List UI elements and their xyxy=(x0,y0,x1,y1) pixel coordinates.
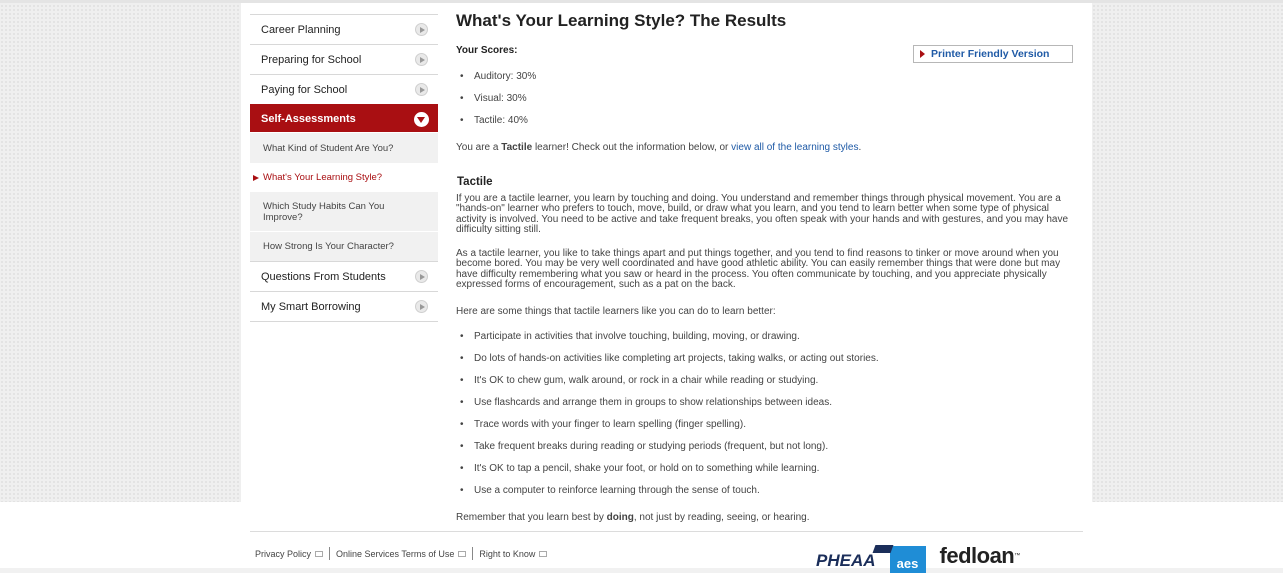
graduation-cap-icon xyxy=(872,545,894,553)
tip-item: Participate in activities that involve t… xyxy=(460,331,800,342)
play-arrow-icon xyxy=(415,23,428,36)
section-heading: Tactile xyxy=(457,176,493,188)
score-item: Tactile: 40% xyxy=(460,115,528,126)
result-statement: You are a Tactile learner! Check out the… xyxy=(456,142,1071,153)
right-to-know-link[interactable]: Right to Know xyxy=(479,549,535,559)
tips-intro: Here are some things that tactile learne… xyxy=(456,306,776,317)
sub-item-label: Which Study Habits Can You Improve? xyxy=(263,200,385,223)
result-text: You are a xyxy=(456,142,502,153)
play-arrow-icon xyxy=(415,53,428,66)
play-arrow-icon xyxy=(415,83,428,96)
printer-friendly-button[interactable]: Printer Friendly Version xyxy=(913,45,1073,63)
pheaa-logo-text: PHEAA xyxy=(816,551,876,570)
result-type: Tactile xyxy=(501,142,533,153)
view-all-styles-link[interactable]: view all of the learning styles xyxy=(731,142,858,153)
sub-item-label: How Strong Is Your Character? xyxy=(263,241,394,252)
sidebar-item-career-planning[interactable]: Career Planning xyxy=(250,14,438,44)
sidebar-item-label: Self-Assessments xyxy=(261,112,356,125)
sub-item-character[interactable]: How Strong Is Your Character? xyxy=(250,231,438,261)
closing-statement: Remember that you learn best by doing, n… xyxy=(456,512,1071,523)
tip-item: Trace words with your finger to learn sp… xyxy=(460,419,746,430)
chevron-down-icon xyxy=(414,112,429,127)
tip-item: Use flashcards and arrange them in group… xyxy=(460,397,832,408)
external-link-icon xyxy=(458,550,467,557)
privacy-policy-link[interactable]: Privacy Policy xyxy=(255,549,311,559)
result-text: . xyxy=(858,142,862,153)
result-text: learner! Check out the information below… xyxy=(532,142,732,153)
sub-item-student-type[interactable]: What Kind of Student Are You? xyxy=(250,132,438,163)
tip-item: Do lots of hands-on activities like comp… xyxy=(460,353,879,364)
sidebar-item-label: My Smart Borrowing xyxy=(261,300,361,313)
sub-item-label: What Kind of Student Are You? xyxy=(263,142,394,154)
sidebar-item-self-assessments[interactable]: Self-Assessments xyxy=(250,104,438,132)
partner-logos: PHEAA aes fedloan™ xyxy=(816,543,1021,573)
paragraph-2: As a tactile learner, you like to take t… xyxy=(456,248,1061,290)
sidebar-item-label: Career Planning xyxy=(261,23,341,36)
pheaa-logo: PHEAA xyxy=(816,545,894,571)
paragraph-1: If you are a tactile learner, you learn … xyxy=(456,193,1069,235)
aes-logo-text: aes xyxy=(896,556,919,571)
fedloan-logo: fedloan™ xyxy=(939,543,1021,568)
tip-item: Use a computer to reinforce learning thr… xyxy=(460,485,760,496)
content-page: Career Planning Preparing for School Pay… xyxy=(241,3,1092,573)
score-item: Auditory: 30% xyxy=(460,71,536,82)
play-arrow-icon xyxy=(415,300,428,313)
sidebar-divider xyxy=(250,321,438,322)
closing-emphasis: doing xyxy=(606,512,634,523)
tip-item: Take frequent breaks during reading or s… xyxy=(460,441,828,452)
sub-item-study-habits[interactable]: Which Study Habits Can You Improve? xyxy=(250,191,438,231)
sidebar-item-label: Questions From Students xyxy=(261,270,386,283)
score-item: Visual: 30% xyxy=(460,93,527,104)
footer-separator xyxy=(329,547,331,560)
tip-item: It's OK to tap a pencil, shake your foot… xyxy=(460,463,819,474)
external-link-icon xyxy=(315,550,324,557)
aes-logo: aes xyxy=(889,546,926,573)
sub-item-learning-style[interactable]: What's Your Learning Style? xyxy=(250,163,438,191)
sidebar-item-paying-for-school[interactable]: Paying for School xyxy=(250,74,438,104)
sidebar-item-preparing-for-school[interactable]: Preparing for School xyxy=(250,44,438,74)
sidebar-item-my-smart-borrowing[interactable]: My Smart Borrowing xyxy=(250,291,438,321)
closing-text: Remember that you learn best by xyxy=(456,512,607,523)
trademark-mark: ™ xyxy=(1014,553,1020,559)
tip-item: It's OK to chew gum, walk around, or roc… xyxy=(460,375,818,386)
scores-heading: Your Scores: xyxy=(456,45,518,56)
sidebar-item-label: Preparing for School xyxy=(261,53,362,66)
footer-separator xyxy=(472,547,474,560)
arrow-right-icon xyxy=(920,50,925,58)
closing-text: , not just by reading, seeing, or hearin… xyxy=(633,512,810,523)
sidebar-item-questions-from-students[interactable]: Questions From Students xyxy=(250,261,438,291)
sidebar-item-label: Paying for School xyxy=(261,83,348,96)
fedloan-logo-text: fedloan xyxy=(939,543,1015,568)
sidebar-nav: Career Planning Preparing for School Pay… xyxy=(250,14,438,322)
terms-of-use-link[interactable]: Online Services Terms of Use xyxy=(336,549,454,559)
printer-friendly-label: Printer Friendly Version xyxy=(931,48,1050,60)
play-arrow-icon xyxy=(415,270,428,283)
footer-divider xyxy=(250,531,1083,532)
sub-item-label: What's Your Learning Style? xyxy=(263,172,383,183)
page-title: What's Your Learning Style? The Results xyxy=(456,11,787,30)
external-link-icon xyxy=(539,550,548,557)
footer-links: Privacy Policy Online Services Terms of … xyxy=(255,547,548,560)
